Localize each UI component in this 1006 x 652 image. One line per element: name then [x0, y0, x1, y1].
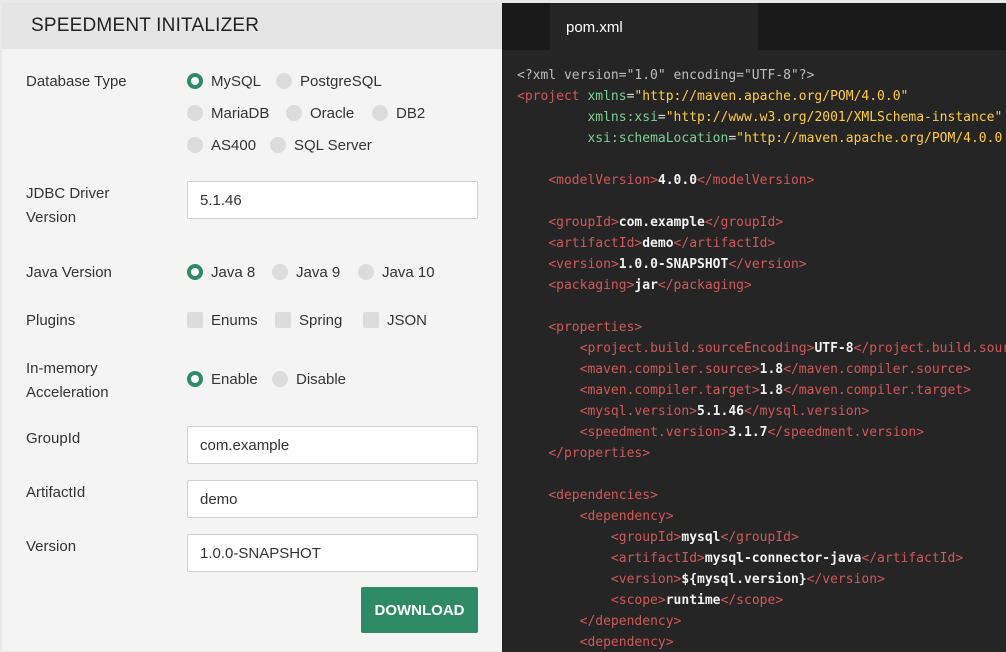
radio-icon — [187, 137, 203, 153]
db-option-label: MariaDB — [211, 104, 270, 122]
checkbox-icon — [275, 312, 291, 328]
radio-icon — [358, 264, 374, 280]
acceleration-option-label: Enable — [211, 370, 258, 388]
plugin-json-checkbox[interactable]: JSON — [363, 310, 427, 330]
artifact-id-label: ArtifactId — [26, 484, 86, 501]
db-option-label: MySQL — [211, 72, 262, 90]
radio-icon — [270, 137, 286, 153]
java-option-10[interactable]: Java 10 — [358, 262, 435, 282]
db-option-sql-server[interactable]: SQL Server — [270, 135, 372, 155]
radio-icon — [286, 105, 302, 121]
group-id-label: GroupId — [26, 430, 81, 447]
radio-icon — [272, 264, 288, 280]
app-title: SPEEDMENT INITALIZER — [31, 15, 260, 36]
jdbc-driver-version-label: JDBC Driver Version — [26, 185, 110, 226]
db-option-label: AS400 — [211, 136, 257, 154]
database-type-label: Database Type — [26, 73, 127, 90]
db-option-db2[interactable]: DB2 — [372, 103, 425, 123]
version-label: Version — [26, 538, 77, 555]
plugin-label: Enums — [211, 311, 258, 329]
editor-tab-bar: pom.xml — [502, 3, 1006, 50]
radio-icon — [187, 73, 203, 89]
pom-preview-panel: pom.xml <?xml version="1.0" encoding="UT… — [502, 3, 1006, 652]
plugin-label: Spring — [299, 311, 343, 329]
initializer-form-panel: SPEEDMENT INITALIZER Database Type MySQL… — [2, 3, 502, 651]
radio-icon — [272, 371, 288, 387]
java-option-8[interactable]: Java 8 — [187, 262, 255, 282]
db-option-postgresql[interactable]: PostgreSQL — [276, 71, 382, 91]
pom-code-view: <?xml version="1.0" encoding="UTF-8"?> <… — [517, 68, 1006, 650]
db-option-label: DB2 — [396, 104, 426, 122]
version-input[interactable] — [187, 534, 478, 572]
plugin-enums-checkbox[interactable]: Enums — [187, 310, 258, 330]
db-option-mariadb[interactable]: MariaDB — [187, 103, 269, 123]
plugins-label: Plugins — [26, 312, 76, 329]
db-option-label: PostgreSQL — [300, 72, 382, 90]
db-option-mysql[interactable]: MySQL — [187, 71, 261, 91]
radio-icon — [276, 73, 292, 89]
checkbox-icon — [187, 312, 203, 328]
acceleration-option-label: Disable — [296, 370, 347, 388]
java-option-label: Java 9 — [296, 263, 341, 281]
group-id-input[interactable] — [187, 426, 478, 464]
acceleration-option-disable[interactable]: Disable — [272, 369, 346, 389]
radio-icon — [187, 105, 203, 121]
tab-pom-xml[interactable]: pom.xml — [550, 3, 758, 50]
radio-icon — [187, 264, 203, 280]
plugin-spring-checkbox[interactable]: Spring — [275, 310, 342, 330]
db-option-oracle[interactable]: Oracle — [286, 103, 354, 123]
acceleration-option-enable[interactable]: Enable — [187, 369, 258, 389]
java-version-label: Java Version — [26, 264, 112, 281]
db-option-as400[interactable]: AS400 — [187, 135, 256, 155]
checkbox-icon — [363, 312, 379, 328]
download-button[interactable]: DOWNLOAD — [361, 587, 478, 633]
jdbc-driver-version-input[interactable] — [187, 181, 478, 219]
artifact-id-input[interactable] — [187, 480, 478, 518]
in-memory-acceleration-label: In-memory Acceleration — [26, 360, 109, 401]
radio-icon — [187, 371, 203, 387]
form-header: SPEEDMENT INITALIZER — [2, 3, 502, 49]
java-option-label: Java 8 — [211, 263, 256, 281]
db-option-label: SQL Server — [294, 136, 372, 154]
plugin-label: JSON — [387, 311, 428, 329]
radio-icon — [372, 105, 388, 121]
java-option-label: Java 10 — [382, 263, 435, 281]
java-option-9[interactable]: Java 9 — [272, 262, 340, 282]
db-option-label: Oracle — [310, 104, 355, 122]
